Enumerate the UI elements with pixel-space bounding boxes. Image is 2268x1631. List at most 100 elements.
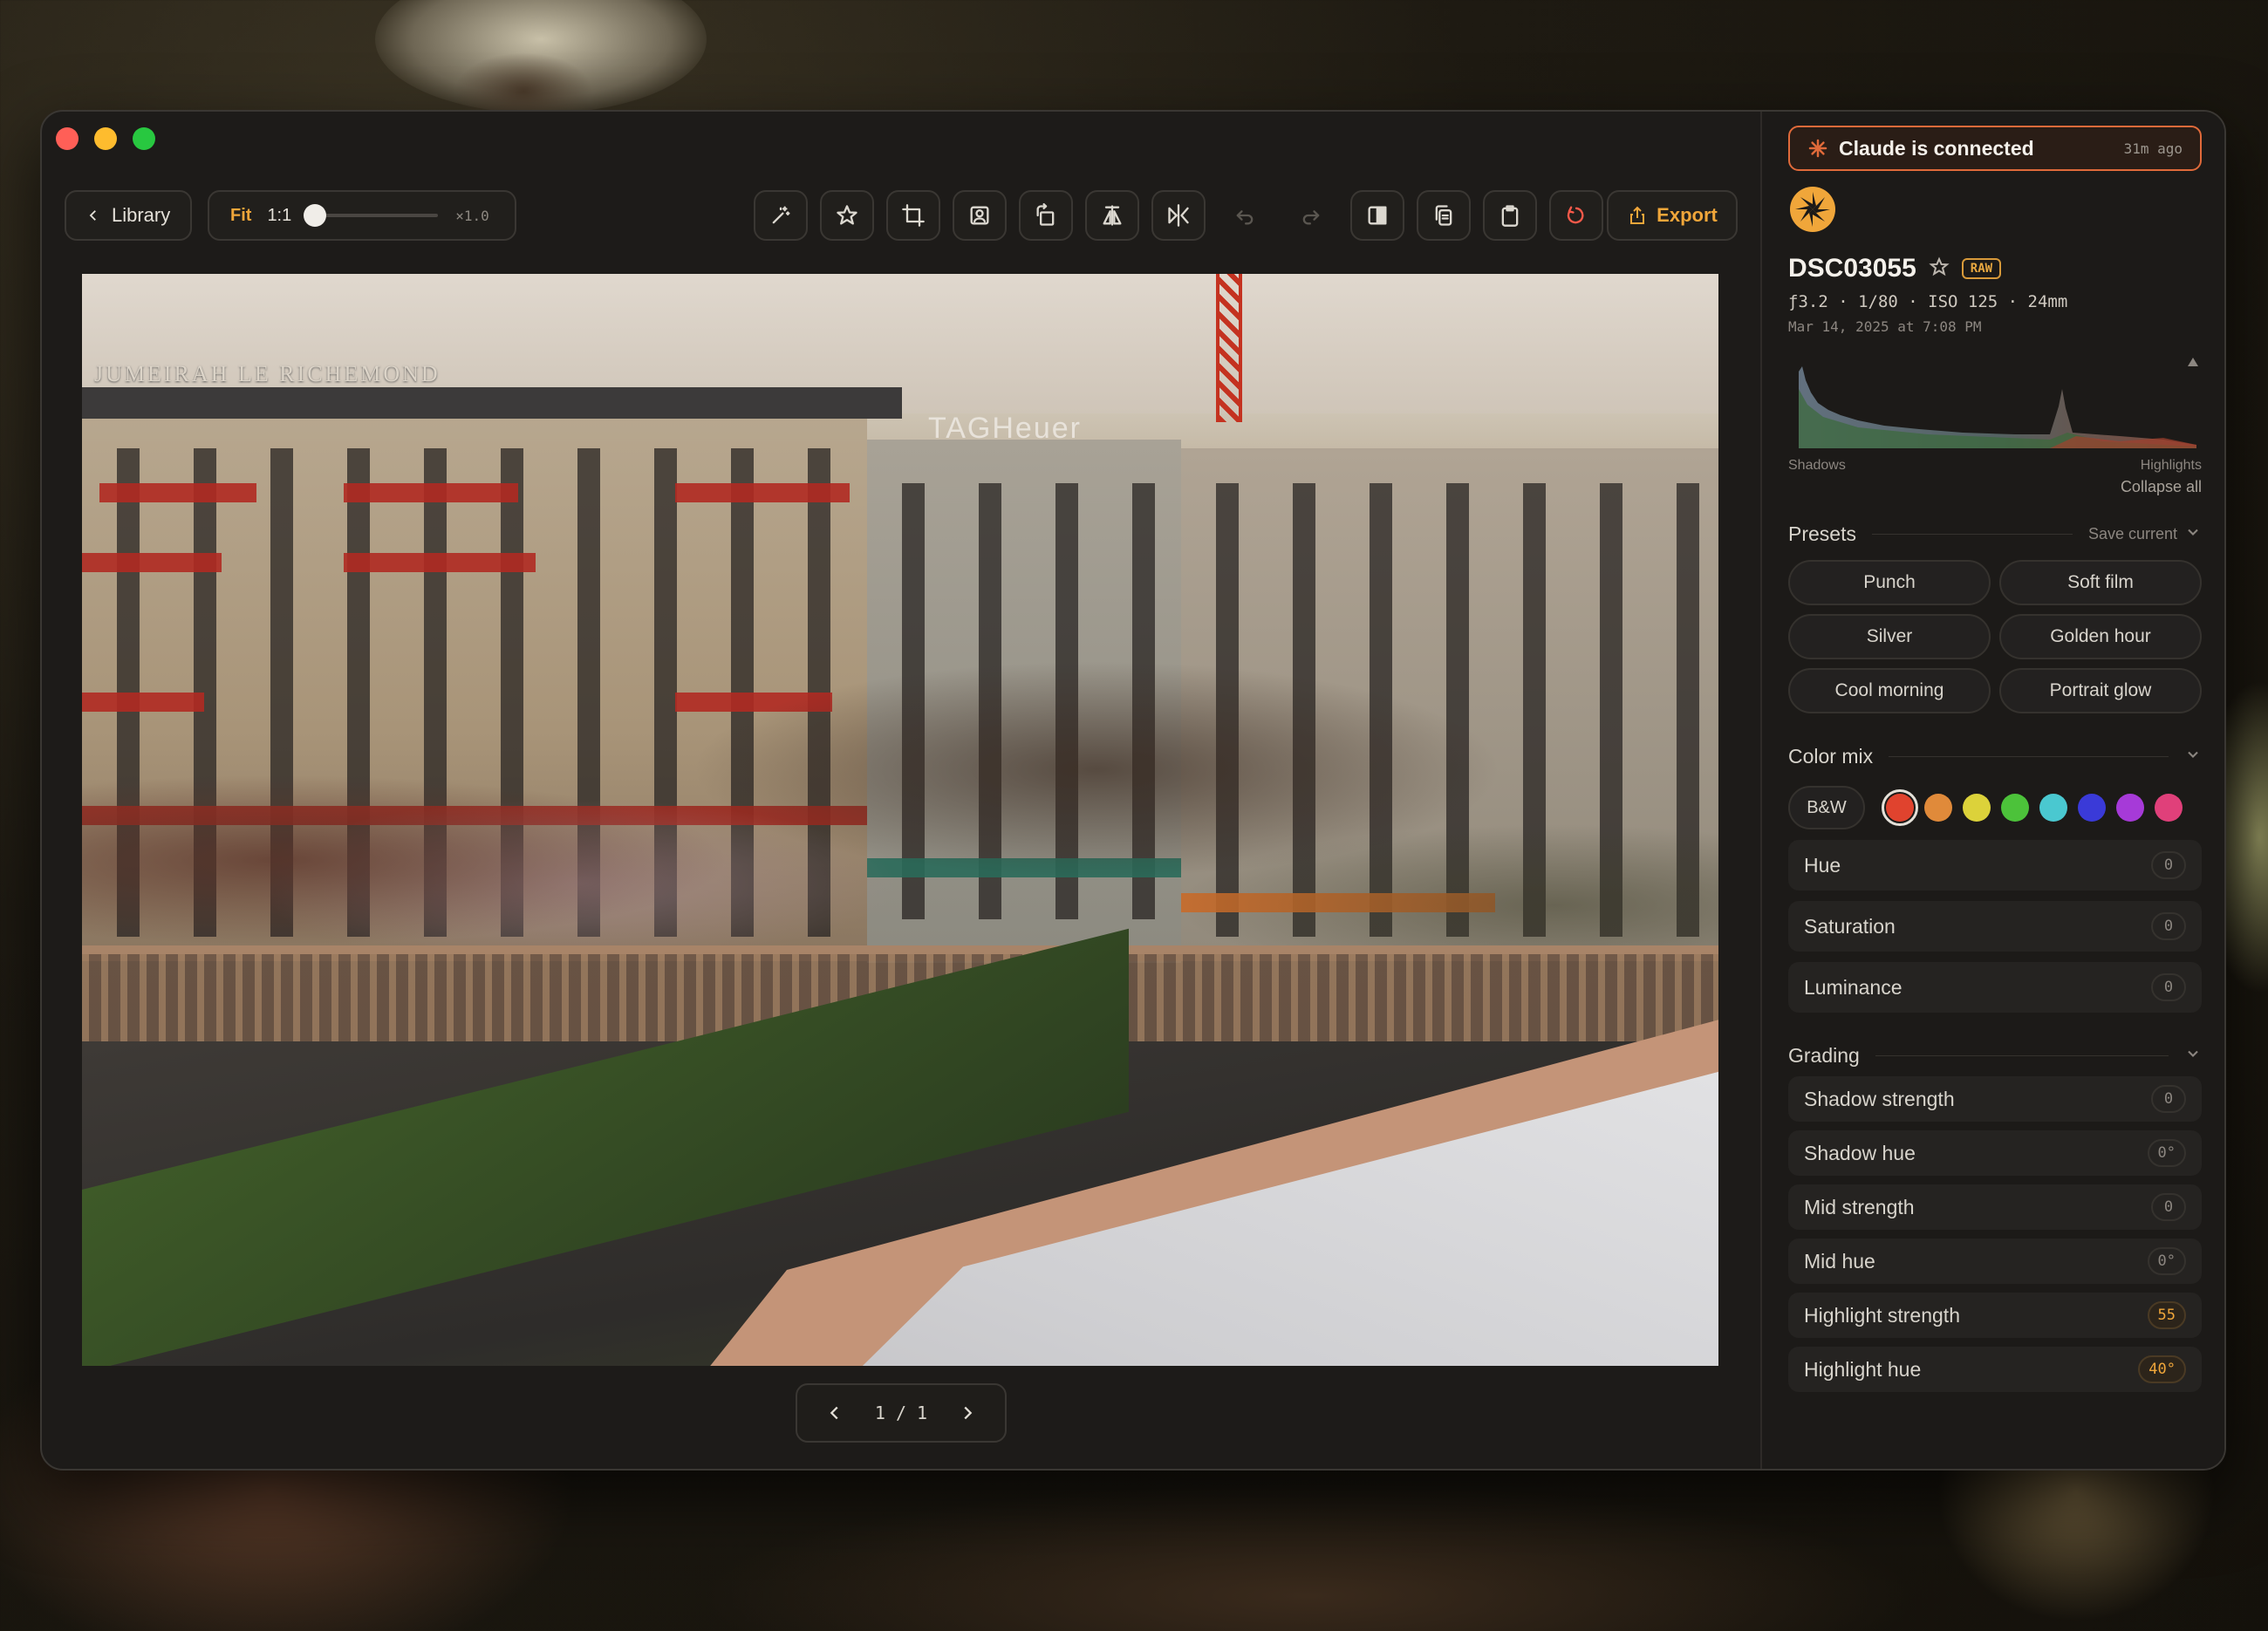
photo-roof bbox=[82, 387, 902, 419]
row-value[interactable]: 0° bbox=[2147, 1247, 2186, 1275]
copy-icon bbox=[1435, 205, 1452, 226]
histogram: Shadows Highlights bbox=[1788, 354, 2202, 473]
row-value[interactable]: 0 bbox=[2151, 1193, 2186, 1221]
color-mix-hue-row[interactable]: Hue 0 bbox=[1788, 840, 2202, 891]
undo-button[interactable] bbox=[1218, 190, 1272, 241]
preset-soft-film[interactable]: Soft film bbox=[1999, 560, 2202, 605]
portrait-icon bbox=[970, 206, 989, 225]
grading-highlight-hue-row[interactable]: Highlight hue 40° bbox=[1788, 1347, 2202, 1392]
color-swatch[interactable] bbox=[2155, 794, 2183, 822]
row-label: Shadow strength bbox=[1804, 1087, 1955, 1110]
zoom-slider-knob[interactable] bbox=[304, 204, 327, 227]
copy-settings-button[interactable] bbox=[1417, 190, 1471, 241]
portrait-button[interactable] bbox=[953, 190, 1007, 241]
row-value[interactable]: 0° bbox=[2147, 1139, 2186, 1167]
library-button[interactable]: Library bbox=[65, 190, 192, 241]
save-current-button[interactable]: Save current bbox=[2088, 525, 2177, 543]
histogram-shadows-label: Shadows bbox=[1788, 458, 1846, 473]
row-label: Shadow hue bbox=[1804, 1141, 1916, 1164]
grading-mid-hue-row[interactable]: Mid hue 0° bbox=[1788, 1239, 2202, 1284]
row-value[interactable]: 40° bbox=[2138, 1355, 2186, 1383]
perspective-button[interactable] bbox=[1085, 190, 1139, 241]
color-swatch[interactable] bbox=[2001, 794, 2029, 822]
fit-button[interactable]: Fit bbox=[230, 206, 251, 226]
color-swatch[interactable] bbox=[1882, 789, 1918, 826]
redo-button[interactable] bbox=[1284, 190, 1338, 241]
histogram-highlights-label: Highlights bbox=[2140, 458, 2202, 473]
grading-shadow-strength-row[interactable]: Shadow strength 0 bbox=[1788, 1076, 2202, 1122]
color-swatch[interactable] bbox=[2078, 794, 2106, 822]
chevron-down-icon bbox=[2188, 751, 2198, 758]
grading-shadow-hue-row[interactable]: Shadow hue 0° bbox=[1788, 1130, 2202, 1176]
crop-button[interactable] bbox=[886, 190, 940, 241]
color-mix-luminance-row[interactable]: Luminance 0 bbox=[1788, 962, 2202, 1013]
highlight-clipping-icon bbox=[2188, 358, 2198, 366]
compare-button[interactable] bbox=[1350, 190, 1404, 241]
paste-settings-button[interactable] bbox=[1483, 190, 1537, 241]
color-swatch[interactable] bbox=[2039, 794, 2067, 822]
grading-header[interactable]: Grading bbox=[1788, 1044, 2202, 1068]
main-area: Library Fit 1:1 ×1.0 Export JUMEIRAH LE … bbox=[42, 112, 1760, 1469]
section-divider bbox=[1875, 1055, 2169, 1056]
color-mix-saturation-row[interactable]: Saturation 0 bbox=[1788, 901, 2202, 952]
color-swatch[interactable] bbox=[2116, 794, 2144, 822]
library-label: Library bbox=[112, 204, 171, 226]
app-logo-icon bbox=[1790, 187, 1835, 232]
row-label: Hue bbox=[1804, 853, 1841, 877]
color-swatch[interactable] bbox=[1963, 794, 1991, 822]
row-value[interactable]: 55 bbox=[2147, 1301, 2186, 1329]
file-header: DSC03055 RAW bbox=[1788, 254, 2202, 283]
grading-mid-strength-row[interactable]: Mid strength 0 bbox=[1788, 1184, 2202, 1230]
chevron-down-icon bbox=[2188, 529, 2198, 536]
preset-punch[interactable]: Punch bbox=[1788, 560, 1991, 605]
preset-silver[interactable]: Silver bbox=[1788, 614, 1991, 659]
pager: 1 / 1 bbox=[796, 1383, 1007, 1443]
presets-header[interactable]: Presets Save current bbox=[1788, 522, 2202, 546]
rotate-button[interactable] bbox=[1019, 190, 1073, 241]
color-mix-header[interactable]: Color mix bbox=[1788, 745, 2202, 768]
one-to-one-button[interactable]: 1:1 bbox=[267, 206, 291, 226]
row-value[interactable]: 0 bbox=[2151, 912, 2186, 940]
claude-status-time: 31m ago bbox=[2123, 140, 2183, 157]
photo-canvas[interactable]: JUMEIRAH LE RICHEMOND TAGHeuer bbox=[82, 274, 1718, 1366]
row-value[interactable]: 0 bbox=[2151, 851, 2186, 879]
preset-golden-hour[interactable]: Golden hour bbox=[1999, 614, 2202, 659]
presets-chevron[interactable] bbox=[2184, 523, 2202, 545]
collapse-all-button[interactable]: Collapse all bbox=[1788, 478, 2202, 496]
export-button[interactable]: Export bbox=[1607, 190, 1738, 241]
chevron-down-icon bbox=[2188, 1050, 2198, 1057]
auto-enhance-button[interactable] bbox=[754, 190, 808, 241]
flip-button[interactable] bbox=[1151, 190, 1206, 241]
sparkle-icon bbox=[1808, 139, 1827, 158]
flip-icon bbox=[1168, 204, 1189, 227]
photo-crane bbox=[1216, 274, 1242, 422]
perspective-icon bbox=[1103, 205, 1122, 226]
revert-icon bbox=[1567, 206, 1584, 224]
zoom-slider[interactable] bbox=[304, 204, 439, 227]
photo-sign-hotel: JUMEIRAH LE RICHEMOND bbox=[94, 361, 441, 386]
preset-cool-morning[interactable]: Cool morning bbox=[1788, 668, 1991, 713]
bw-toggle[interactable]: B&W bbox=[1788, 786, 1865, 829]
revert-button[interactable] bbox=[1549, 190, 1603, 241]
favorite-toggle[interactable] bbox=[1929, 256, 1950, 282]
row-value[interactable]: 0 bbox=[2151, 973, 2186, 1001]
color-mix-chevron[interactable] bbox=[2184, 746, 2202, 768]
file-name: DSC03055 bbox=[1788, 254, 1916, 283]
color-mix-title: Color mix bbox=[1788, 745, 1874, 768]
share-icon bbox=[1630, 206, 1645, 224]
row-value[interactable]: 0 bbox=[2151, 1085, 2186, 1113]
preset-portrait-glow[interactable]: Portrait glow bbox=[1999, 668, 2202, 713]
star-icon bbox=[837, 205, 857, 225]
grading-chevron[interactable] bbox=[2184, 1045, 2202, 1067]
claude-status-banner[interactable]: Claude is connected 31m ago bbox=[1788, 126, 2202, 171]
chevron-left-icon bbox=[89, 210, 96, 221]
favorite-button[interactable] bbox=[820, 190, 874, 241]
section-divider bbox=[1889, 756, 2169, 757]
grading-highlight-strength-row[interactable]: Highlight strength 55 bbox=[1788, 1293, 2202, 1338]
exif-info: ƒ3.2 · 1/80 · ISO 125 · 24mm bbox=[1788, 292, 2068, 311]
rotate-icon bbox=[1036, 203, 1055, 226]
previous-page-icon[interactable] bbox=[825, 1403, 844, 1423]
redo-icon bbox=[1302, 210, 1320, 225]
next-page-icon[interactable] bbox=[958, 1403, 977, 1423]
color-swatch[interactable] bbox=[1924, 794, 1952, 822]
